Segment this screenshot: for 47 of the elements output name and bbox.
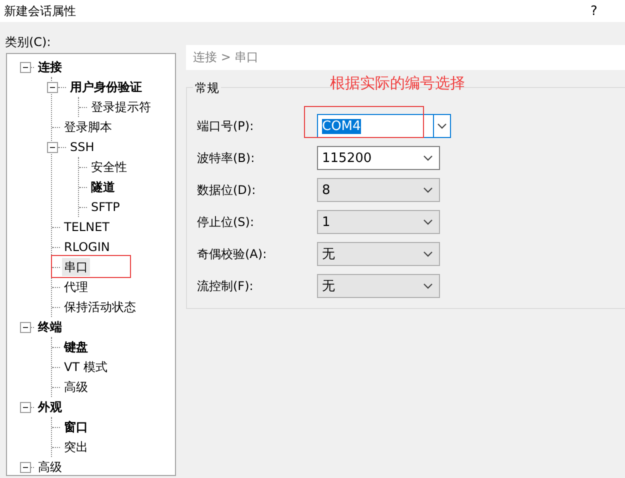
tree-item[interactable]: SSH xyxy=(68,138,96,156)
field-label: 流控制(F): xyxy=(197,278,254,294)
category-label: 类别(C): xyxy=(5,34,52,51)
tree-item[interactable]: 窗口 xyxy=(62,418,90,436)
chevron-down-icon xyxy=(423,251,433,257)
tree-item[interactable]: 突出 xyxy=(62,438,90,456)
tree-item[interactable]: 外观 xyxy=(36,398,64,416)
tree-item[interactable]: 用户身份验证 xyxy=(68,78,144,96)
tree-item[interactable]: 隧道 xyxy=(89,178,117,196)
collapse-icon[interactable] xyxy=(47,82,58,92)
field-label: 波特率(B): xyxy=(197,150,256,166)
collapse-icon[interactable] xyxy=(20,322,31,332)
field-label: 奇偶校验(A): xyxy=(197,246,268,262)
dropdown-arrow-button[interactable] xyxy=(433,114,451,138)
tree-item[interactable]: RLOGIN xyxy=(62,238,112,256)
field-label: 数据位(D): xyxy=(197,182,257,198)
annotation-note: 根据实际的编号选择 xyxy=(330,74,465,93)
collapse-icon[interactable] xyxy=(47,142,58,152)
tree-item[interactable]: TELNET xyxy=(62,218,112,236)
tree-item[interactable]: 登录提示符 xyxy=(89,98,153,116)
tree-item[interactable]: 高级 xyxy=(62,378,90,396)
tree-item[interactable]: 高级 xyxy=(36,458,64,475)
dropdown[interactable]: 115200 xyxy=(317,146,440,170)
field-label: 端口号(P): xyxy=(197,118,255,134)
tree-item[interactable]: 终端 xyxy=(36,318,64,336)
chevron-down-icon xyxy=(437,123,447,129)
chevron-down-icon xyxy=(423,187,433,193)
help-button[interactable]: ? xyxy=(576,0,612,22)
tree-item[interactable]: 安全性 xyxy=(89,158,129,176)
tree-item[interactable]: 登录脚本 xyxy=(62,118,114,136)
collapse-icon[interactable] xyxy=(20,462,31,472)
tree-item[interactable]: 代理 xyxy=(62,278,90,296)
tree-item[interactable]: VT 模式 xyxy=(62,358,110,376)
tree-item[interactable]: 连接 xyxy=(36,58,64,76)
chevron-down-icon xyxy=(423,155,433,161)
window-title: 新建会话属性 xyxy=(4,2,76,20)
port-combo-box[interactable]: COM4 xyxy=(317,114,433,138)
tree-item[interactable]: 保持活动状态 xyxy=(62,298,138,316)
field-label: 停止位(S): xyxy=(197,214,256,230)
chevron-down-icon xyxy=(423,219,433,225)
tree-item[interactable]: SFTP xyxy=(89,198,122,216)
tree-item[interactable]: 键盘 xyxy=(62,338,90,356)
collapse-icon[interactable] xyxy=(20,62,31,72)
chevron-down-icon xyxy=(423,283,433,289)
tree-item[interactable]: 串口 xyxy=(62,258,90,276)
collapse-icon[interactable] xyxy=(20,402,31,412)
breadcrumb: 连接 > 串口 xyxy=(193,49,259,66)
